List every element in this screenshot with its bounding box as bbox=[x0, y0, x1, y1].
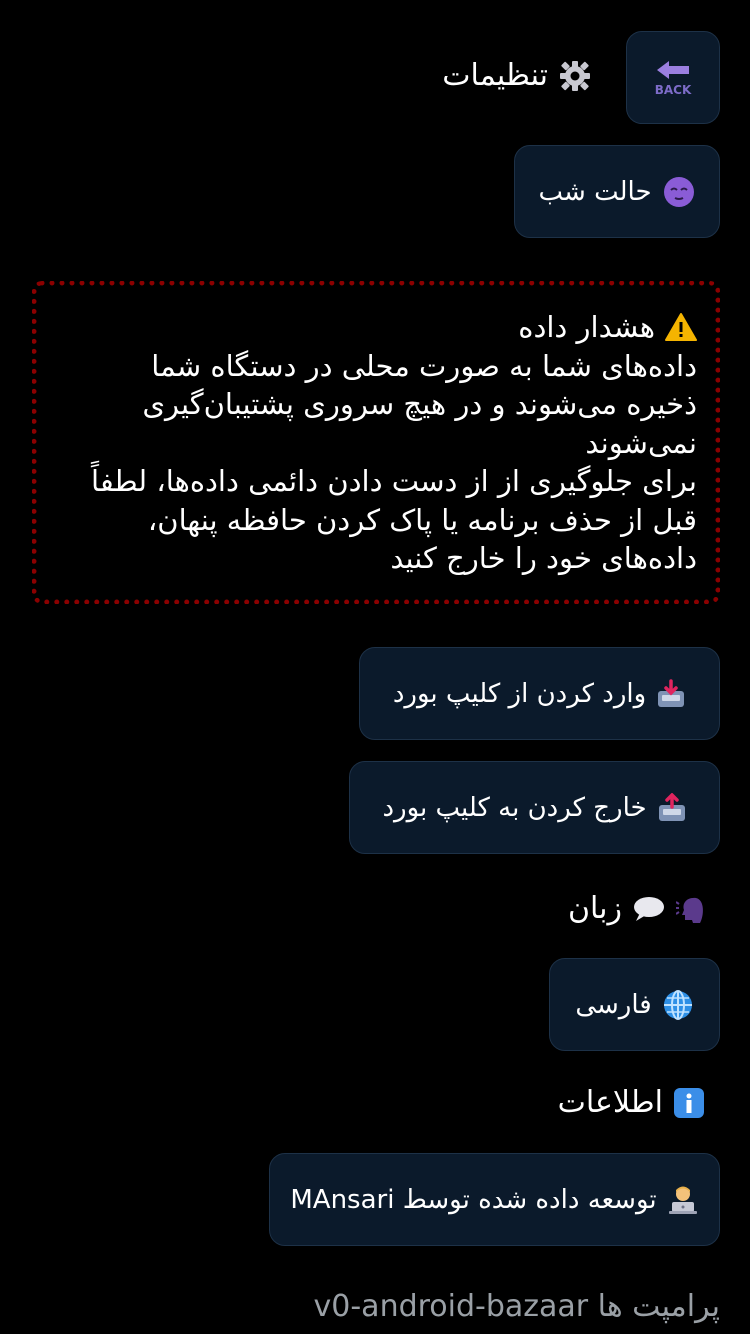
language-select-button[interactable]: فارسی bbox=[549, 958, 720, 1051]
information-icon bbox=[673, 1087, 705, 1119]
back-label: BACK bbox=[654, 82, 692, 97]
export-clipboard-label: خارج کردن به کلیپ بورد bbox=[382, 792, 647, 823]
night-mode-button[interactable]: حالت شب bbox=[514, 145, 720, 238]
technologist-icon bbox=[667, 1184, 699, 1216]
export-clipboard-button[interactable]: خارج کردن به کلیپ بورد bbox=[349, 761, 720, 854]
warning-line: ذخیره می‌شوند و در هیچ سروری پشتیبان‌گیر… bbox=[142, 387, 697, 421]
language-current: فارسی bbox=[575, 989, 652, 1020]
warning-line: نمی‌شوند bbox=[585, 425, 697, 460]
warning-title-row: هشدار داده bbox=[49, 308, 697, 347]
back-button[interactable]: BACK bbox=[626, 31, 720, 124]
gear-icon bbox=[558, 59, 592, 93]
developer-credit-button[interactable]: توسعه داده شده توسط MAnsari bbox=[269, 1153, 720, 1246]
footer-text: پرامپت ها v0-android-bazaar bbox=[313, 1289, 720, 1324]
outbox-tray-icon bbox=[657, 792, 687, 823]
warning-icon bbox=[665, 312, 697, 342]
speech-bubble-icon bbox=[632, 895, 666, 923]
moon-face-icon bbox=[662, 175, 696, 209]
language-heading-row: زبان bbox=[568, 891, 708, 926]
info-heading: اطلاعات bbox=[557, 1085, 663, 1120]
warning-line: برای جلوگیری از از دست دادن دائمی داده‌ه… bbox=[90, 464, 697, 498]
night-mode-label: حالت شب bbox=[538, 176, 652, 207]
warning-line: داده‌های خود را خارج کنید bbox=[390, 541, 697, 575]
import-clipboard-button[interactable]: وارد کردن از کلیپ بورد bbox=[359, 647, 720, 740]
import-clipboard-label: وارد کردن از کلیپ بورد bbox=[392, 678, 647, 709]
developer-credit-label: توسعه داده شده توسط MAnsari bbox=[290, 1184, 657, 1215]
info-heading-row: اطلاعات bbox=[558, 1085, 705, 1120]
page-title: تنظیمات bbox=[442, 58, 548, 93]
page-title-row: تنظیمات bbox=[442, 58, 592, 93]
inbox-tray-icon bbox=[656, 678, 686, 709]
back-arrow-icon bbox=[657, 60, 689, 79]
language-heading: زبان bbox=[567, 891, 622, 926]
data-warning-box: هشدار داده داده‌های شما به صورت محلی در … bbox=[32, 281, 720, 604]
warning-line: قبل از حذف برنامه یا پاک کردن حافظه پنها… bbox=[147, 502, 697, 537]
globe-icon bbox=[662, 989, 694, 1021]
warning-line: داده‌های شما به صورت محلی در دستگاه شما bbox=[151, 348, 697, 383]
speaking-head-icon bbox=[676, 894, 708, 924]
warning-title: هشدار داده bbox=[518, 310, 655, 344]
